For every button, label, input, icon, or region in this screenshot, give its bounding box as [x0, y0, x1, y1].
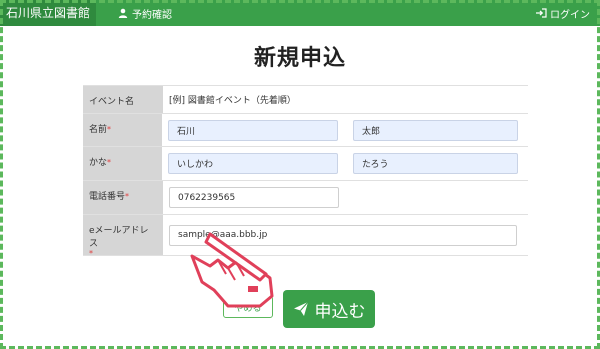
name-label-text: 名前	[89, 125, 108, 135]
login-icon	[536, 8, 547, 18]
pointing-hand-icon	[190, 232, 274, 308]
top-navigation-bar: 石川県立図書館 予約確認 ログイン	[0, 0, 600, 26]
site-brand[interactable]: 石川県立図書館	[0, 0, 97, 26]
user-icon	[118, 8, 128, 18]
first-name-field[interactable]: 太郎	[353, 119, 518, 141]
login-link[interactable]: ログイン	[536, 6, 590, 21]
name-row: 名前* 石川 太郎	[83, 114, 528, 147]
first-name-kana-field[interactable]: たろう	[353, 153, 518, 174]
last-name-kana-field[interactable]: いしかわ	[168, 153, 338, 174]
name-inputs: 石川 太郎	[162, 114, 528, 146]
page-title: 新規申込	[253, 46, 346, 71]
event-label: イベント名	[83, 86, 163, 113]
submit-button-label: 申込む	[314, 301, 366, 322]
required-mark: *	[107, 125, 112, 134]
phone-label: 電話番号*	[83, 181, 163, 214]
required-mark: *	[107, 158, 112, 167]
phone-input-wrap: 0762239565	[163, 181, 528, 214]
phone-row: 電話番号* 0762239565	[83, 181, 528, 215]
email-label: eメールアドレス *	[83, 215, 163, 258]
submit-button[interactable]: 申込む	[283, 290, 375, 328]
required-mark: *	[125, 192, 130, 201]
paper-plane-icon	[293, 301, 308, 316]
phone-field[interactable]: 0762239565	[169, 187, 339, 208]
reservation-link[interactable]: 予約確認	[118, 6, 172, 21]
login-link-label: ログイン	[550, 9, 590, 21]
phone-label-text: 電話番号	[89, 192, 126, 202]
kana-row: かな* いしかわ たろう	[83, 147, 528, 181]
application-form: イベント名 [例] 図書館イベント（先着順） 名前* 石川 太郎 かな* いしか…	[83, 85, 528, 258]
kana-label: かな*	[83, 147, 162, 180]
event-row: イベント名 [例] 図書館イベント（先着順）	[83, 86, 528, 114]
event-value: [例] 図書館イベント（先着順）	[169, 96, 296, 106]
kana-label-text: かな	[89, 158, 108, 168]
required-mark: *	[89, 249, 93, 258]
last-name-field[interactable]: 石川	[168, 119, 338, 141]
email-row: eメールアドレス * sample@aaa.bbb.jp	[83, 215, 528, 258]
kana-inputs: いしかわ たろう	[162, 147, 528, 180]
name-label: 名前*	[83, 114, 162, 146]
reservation-link-label: 予約確認	[132, 9, 173, 21]
email-label-text: eメールアドレス	[89, 226, 149, 249]
